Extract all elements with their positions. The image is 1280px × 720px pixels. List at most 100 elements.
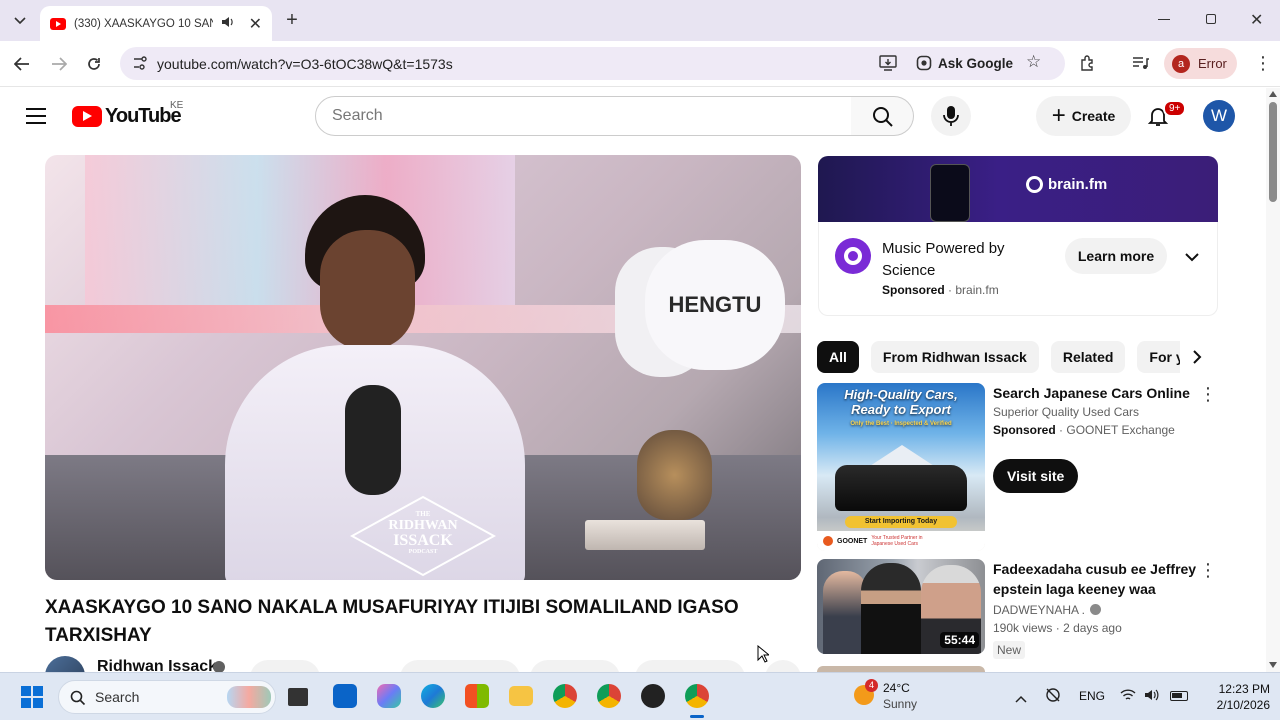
- learn-more-button[interactable]: Learn more: [1065, 238, 1167, 274]
- browser-tab-strip: (330) XAASKAYGO 10 SANO NAKALA ✕ + ✕: [0, 0, 1280, 41]
- more-actions-button[interactable]: [765, 660, 801, 672]
- browser-tab-active[interactable]: (330) XAASKAYGO 10 SANO NAKALA ✕: [40, 6, 272, 41]
- page-scrollbar[interactable]: [1266, 88, 1280, 672]
- more-options-icon[interactable]: ⋮: [1199, 561, 1217, 579]
- more-options-icon[interactable]: ⋮: [1199, 385, 1217, 403]
- bookmark-star-icon[interactable]: ☆: [1026, 52, 1041, 72]
- language-indicator[interactable]: ENG: [1079, 689, 1105, 703]
- rec-title[interactable]: Fadeexadaha cusub ee Jeffrey epstein lag…: [993, 559, 1203, 599]
- dot-separator: ·: [948, 283, 953, 297]
- chip-related[interactable]: Related: [1050, 341, 1126, 373]
- rec-age: 2 days ago: [1063, 621, 1122, 635]
- channel-row: Ridhwan Issack: [45, 656, 805, 672]
- voice-search-button[interactable]: [931, 96, 971, 136]
- chrome-profile-icon[interactable]: [597, 684, 621, 708]
- new-tab-icon[interactable]: +: [282, 9, 302, 31]
- decorative-vase: [637, 430, 712, 520]
- book-stack: [585, 520, 705, 550]
- address-bar[interactable]: youtube.com/watch?v=O3-6tOC38wQ&t=1573s …: [120, 47, 1065, 80]
- thumb-footer: GOONET Your Trusted Partner in Japanese …: [817, 531, 985, 551]
- ask-google-button[interactable]: Ask Google: [916, 55, 1013, 71]
- sponsored-label: Sponsored: [882, 283, 945, 297]
- outlook-icon[interactable]: [333, 684, 357, 708]
- minimize-icon[interactable]: [1158, 19, 1170, 20]
- youtube-logo[interactable]: YouTube: [72, 105, 182, 128]
- mouse-cursor-icon: [757, 644, 771, 668]
- chrome-dark-profile-icon[interactable]: [641, 684, 665, 708]
- search-button[interactable]: [851, 96, 914, 136]
- taskbar-search-box[interactable]: Search: [58, 680, 276, 714]
- thumb-headline: High-Quality Cars, Ready to Export Only …: [844, 387, 958, 427]
- scroll-down-arrow-icon[interactable]: [1269, 662, 1277, 668]
- task-view-icon[interactable]: [288, 688, 308, 706]
- search-input[interactable]: Search: [315, 96, 852, 136]
- video-player[interactable]: U HENGTU THE RIDHWAN ISSACK PODCAST: [45, 155, 801, 580]
- like-dislike-button[interactable]: [400, 660, 520, 672]
- windows-start-icon[interactable]: [21, 686, 43, 708]
- media-controls-icon[interactable]: [1130, 53, 1150, 73]
- account-avatar[interactable]: W: [1203, 100, 1235, 132]
- car-ad-thumbnail[interactable]: High-Quality Cars, Ready to Export Only …: [817, 383, 985, 551]
- video-recommendation[interactable]: 55:44 Fadeexadaha cusub ee Jeffrey epste…: [817, 559, 1217, 659]
- tab-search-chevron-icon[interactable]: [10, 11, 30, 31]
- ad-card[interactable]: Music Powered by Science Sponsored · bra…: [818, 222, 1218, 316]
- chip-from-channel[interactable]: From Ridhwan Issack: [870, 341, 1039, 373]
- chrome-icon[interactable]: [553, 684, 577, 708]
- weather-temp: 24°C: [883, 681, 910, 695]
- browser-menu-icon[interactable]: ⋮: [1254, 52, 1272, 74]
- weather-widget[interactable]: 4 24°C Sunny: [852, 679, 942, 715]
- chrome-active-icon[interactable]: [685, 684, 709, 708]
- ad-banner[interactable]: brain.fm: [818, 156, 1218, 222]
- tab-title: (330) XAASKAYGO 10 SANO NAKALA: [74, 17, 213, 30]
- scrollbar-thumb[interactable]: [1269, 102, 1277, 202]
- microsoft-store-icon[interactable]: [465, 684, 489, 708]
- channel-name[interactable]: Ridhwan Issack: [97, 658, 217, 672]
- site-info-icon[interactable]: [132, 56, 148, 73]
- rec-channel[interactable]: DADWEYNAHA .: [993, 603, 1085, 617]
- video-duration: 55:44: [940, 632, 979, 648]
- verified-check-icon: [213, 661, 225, 672]
- save-button[interactable]: [635, 660, 745, 672]
- tray-chevron-icon[interactable]: [1015, 690, 1027, 708]
- back-arrow-icon[interactable]: [12, 54, 32, 74]
- restore-icon[interactable]: [1206, 14, 1216, 24]
- notification-badge: 9+: [1163, 100, 1187, 117]
- speaker-icon[interactable]: [221, 16, 235, 31]
- chip-all[interactable]: All: [817, 341, 859, 373]
- goonet-logo-icon: [823, 536, 833, 546]
- profile-error-button[interactable]: a Error: [1164, 48, 1237, 79]
- ask-google-label: Ask Google: [938, 55, 1014, 71]
- close-window-icon[interactable]: ✕: [1250, 10, 1263, 30]
- rec-title[interactable]: Search Japanese Cars Online: [993, 383, 1193, 403]
- copilot-icon[interactable]: [377, 684, 401, 708]
- battery-icon[interactable]: [1170, 691, 1188, 701]
- share-button[interactable]: [530, 660, 620, 672]
- network-off-icon[interactable]: [1045, 687, 1061, 708]
- tab-close-icon[interactable]: ✕: [249, 14, 262, 34]
- video-thumbnail[interactable]: 55:44: [817, 559, 985, 654]
- channel-avatar[interactable]: [45, 656, 85, 672]
- scroll-up-arrow-icon[interactable]: [1269, 91, 1277, 97]
- volume-icon[interactable]: [1144, 688, 1160, 707]
- chips-next-arrow-icon[interactable]: [1180, 341, 1214, 373]
- visit-site-button[interactable]: Visit site: [993, 459, 1079, 493]
- profile-status: Error: [1198, 56, 1227, 71]
- expand-chevron-icon[interactable]: [1185, 249, 1199, 267]
- filter-chips: All From Ridhwan Issack Related For you: [817, 341, 1217, 373]
- thumb-figure-center: [861, 563, 921, 654]
- sponsored-recommendation[interactable]: High-Quality Cars, Ready to Export Only …: [817, 383, 1217, 551]
- search-placeholder: Search: [332, 107, 383, 124]
- reload-icon[interactable]: [84, 54, 104, 74]
- create-button[interactable]: + Create: [1036, 96, 1131, 136]
- windows-taskbar: Search 4 24°C Sunny ENG 12:23 PM 2/10/20…: [0, 672, 1280, 720]
- wifi-icon[interactable]: [1120, 688, 1136, 707]
- file-explorer-icon[interactable]: [509, 686, 533, 706]
- edge-icon[interactable]: [421, 684, 445, 708]
- forward-arrow-icon[interactable]: [49, 54, 69, 74]
- clock[interactable]: 12:23 PM 2/10/2026: [1200, 681, 1270, 713]
- install-app-icon[interactable]: [879, 55, 897, 74]
- glove-text: HENGTU: [668, 292, 762, 317]
- hamburger-menu-icon[interactable]: [26, 108, 46, 124]
- extensions-icon[interactable]: [1077, 53, 1097, 73]
- subscribe-button[interactable]: [250, 660, 320, 672]
